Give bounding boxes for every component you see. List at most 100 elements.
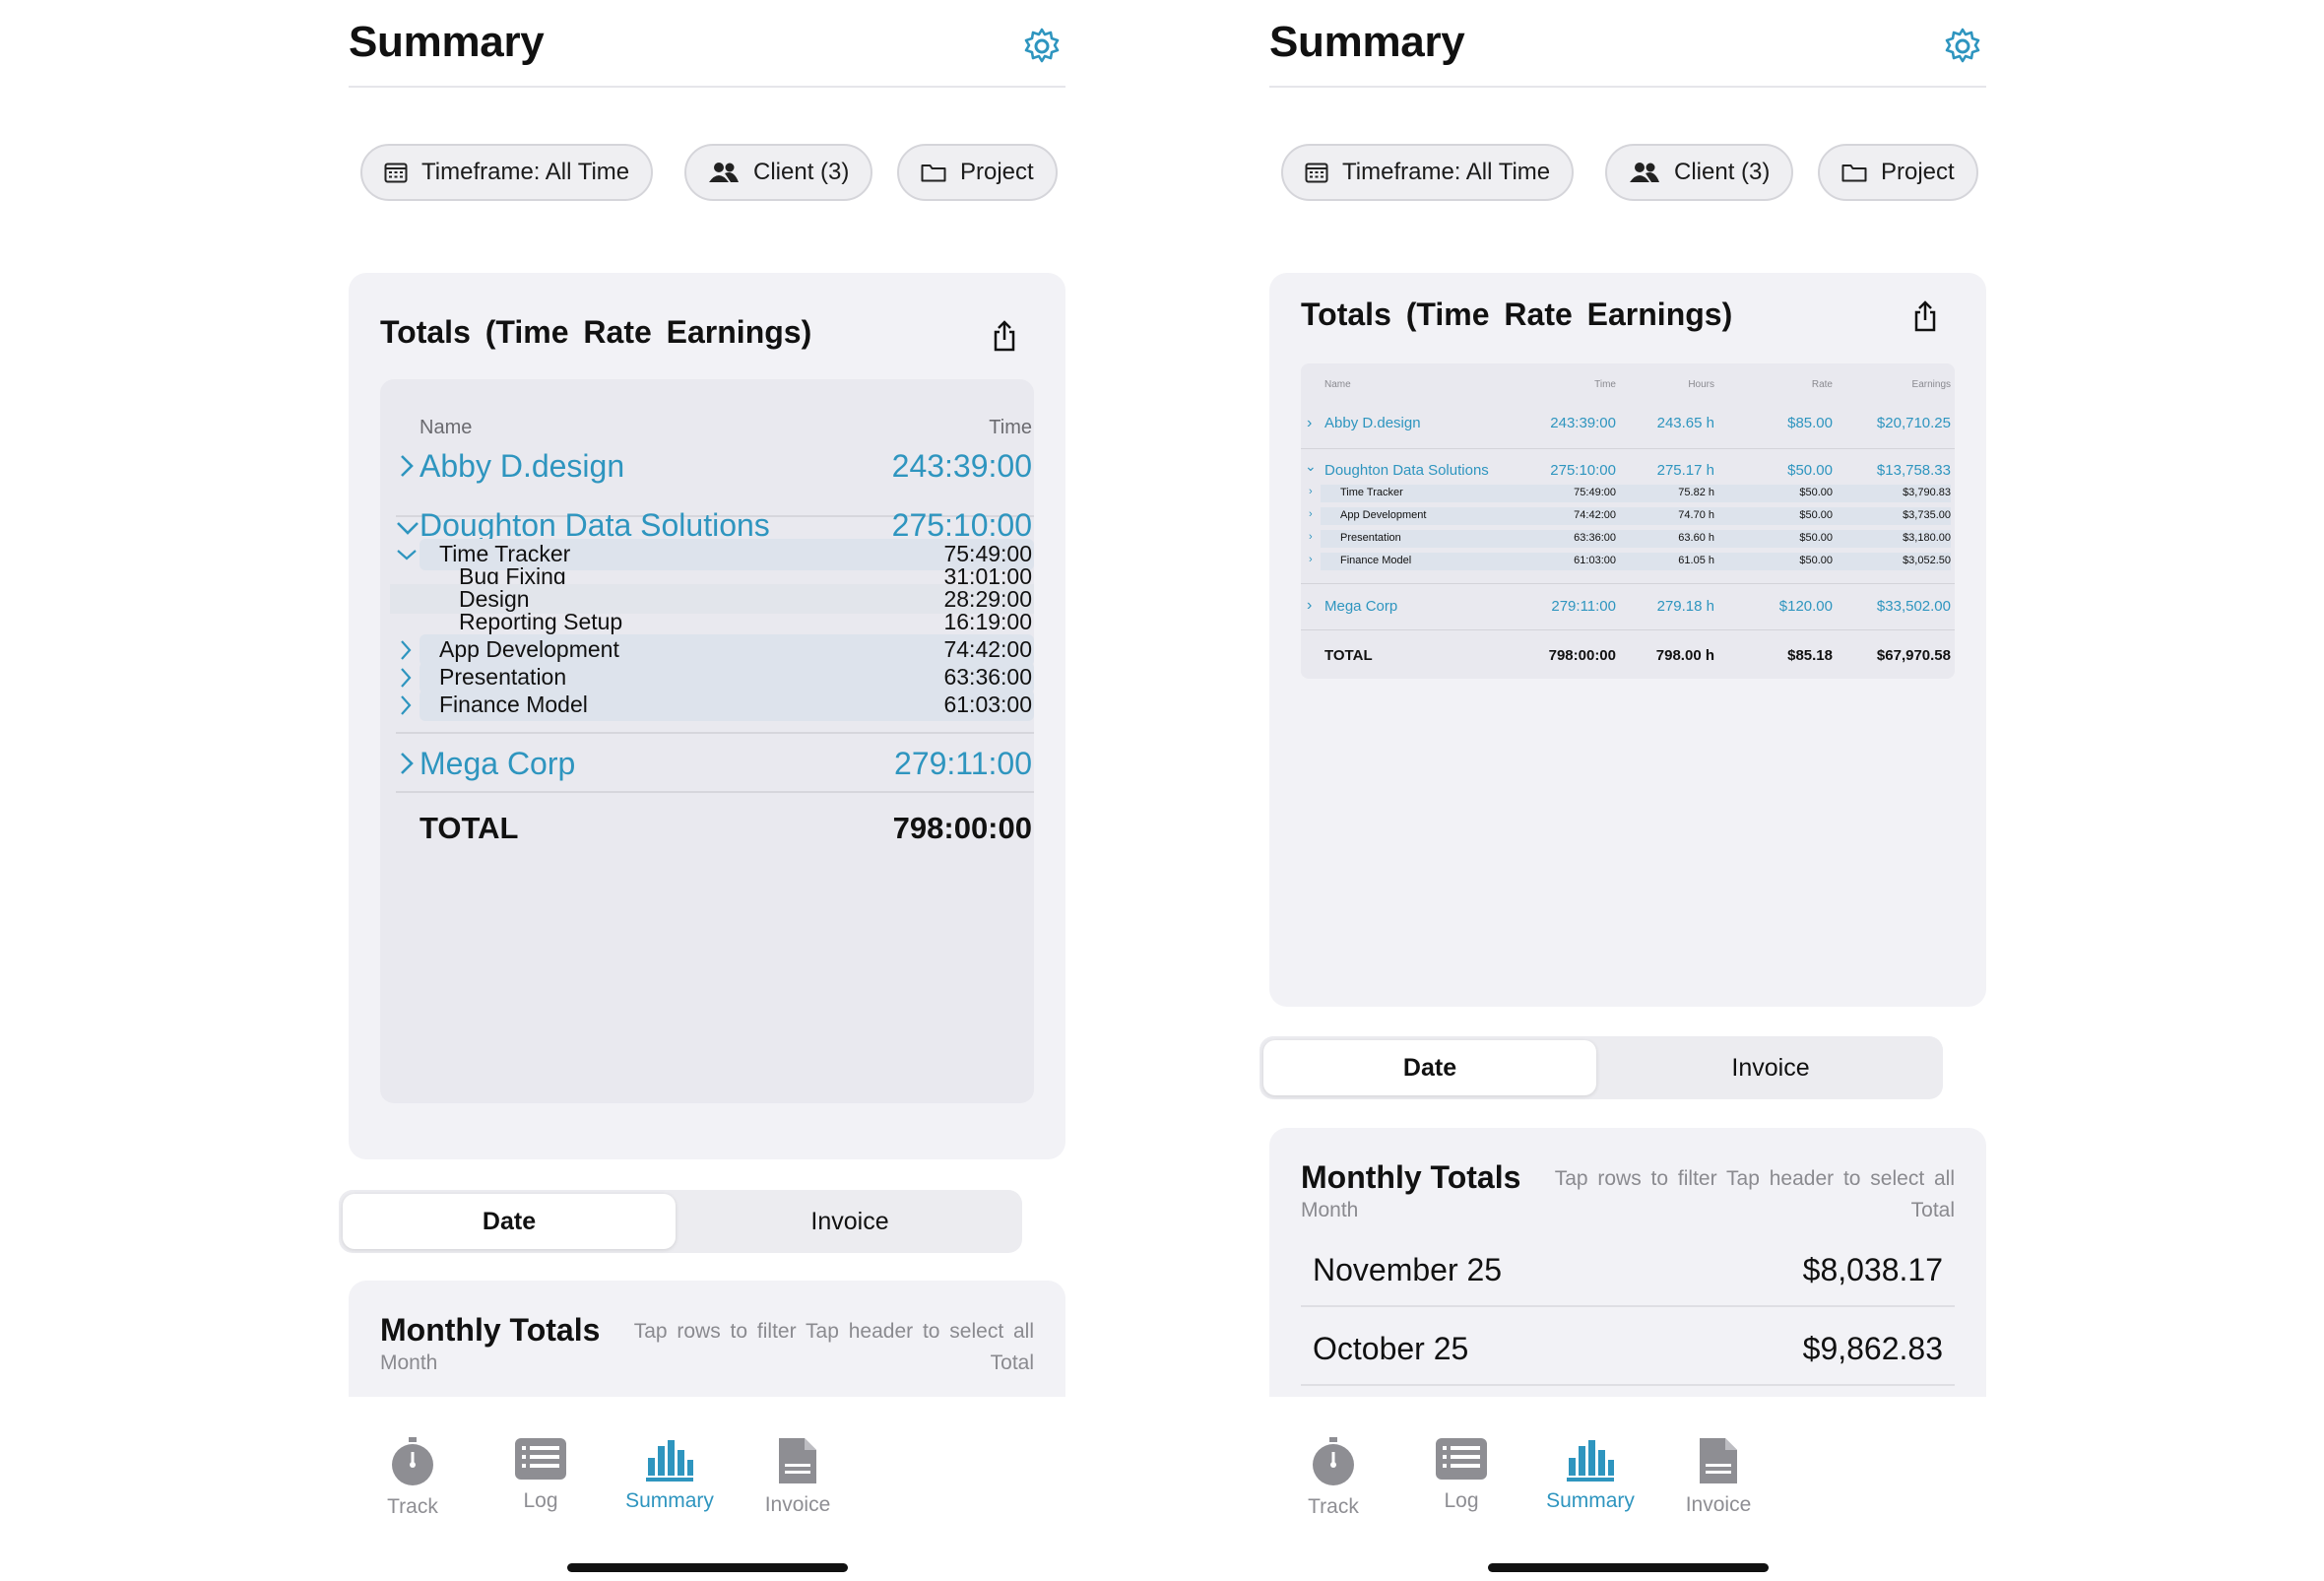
share-icon — [994, 320, 1015, 352]
client-name-mega-corp[interactable]: Mega Corp — [1324, 598, 1397, 615]
client-earnings-doughton: $13,758.33 — [1876, 462, 1951, 479]
timeframe-filter-label: Timeframe: All Time — [421, 159, 630, 185]
chevron-right-icon[interactable]: › — [1309, 554, 1313, 565]
tab-invoice[interactable]: Invoice — [1649, 1436, 1787, 1517]
calendar-icon — [1305, 163, 1328, 183]
phone-screen-right: Summary Timeframe: All Time Client (3) P… — [1242, 0, 2015, 1581]
segment-date[interactable]: Date — [343, 1194, 676, 1249]
document-icon — [1700, 1438, 1737, 1483]
chevron-down-icon[interactable] — [396, 521, 420, 535]
column-header-total[interactable]: Total — [991, 1351, 1034, 1375]
client-hours-doughton: 275.17 h — [1656, 462, 1714, 479]
timeframe-filter-chip[interactable]: Timeframe: All Time — [360, 144, 654, 201]
timeframe-filter-chip[interactable]: Timeframe: All Time — [1281, 144, 1575, 201]
settings-button[interactable] — [1940, 24, 1985, 69]
bar-chart-icon — [646, 1440, 693, 1482]
column-header-earnings[interactable]: Earnings — [1842, 379, 1951, 390]
page-title: Summary — [1269, 18, 1465, 66]
column-header-time[interactable]: Time — [676, 417, 1032, 439]
project-name-presentation[interactable]: Presentation — [1340, 532, 1401, 544]
share-button[interactable] — [1907, 296, 1943, 336]
row-divider — [1301, 629, 1955, 630]
chevron-right-icon[interactable]: › — [1307, 415, 1312, 432]
timeframe-filter-label: Timeframe: All Time — [1342, 159, 1551, 185]
project-filter-chip[interactable]: Project — [1818, 144, 1978, 201]
chevron-right-icon[interactable] — [400, 454, 414, 478]
client-rate-doughton: $50.00 — [1787, 462, 1833, 479]
column-header-month[interactable]: Month — [380, 1351, 437, 1375]
column-header-hours[interactable]: Hours — [1626, 379, 1714, 390]
grouping-segmented-control[interactable]: Date Invoice — [1259, 1036, 1943, 1099]
month-label: November 25 — [1313, 1252, 1503, 1287]
home-indicator[interactable] — [1488, 1563, 1769, 1572]
people-icon — [1630, 163, 1659, 182]
totals-card: Totals (Time Rate Earnings) Name Time Ab… — [349, 273, 1065, 1159]
chevron-down-icon[interactable]: ⌄ — [1305, 458, 1317, 475]
column-header-time[interactable]: Time — [1458, 379, 1616, 390]
tab-invoice-label: Invoice — [764, 1493, 831, 1516]
page-title: Summary — [349, 18, 545, 66]
project-name-presentation[interactable]: Presentation — [439, 664, 566, 691]
client-filter-chip[interactable]: Client (3) — [684, 144, 873, 201]
total-time: 798:00:00 — [1548, 647, 1616, 664]
list-icon — [515, 1438, 566, 1480]
tab-log-label: Log — [1444, 1489, 1479, 1512]
column-header-name[interactable]: Name — [1324, 379, 1351, 390]
chevron-down-icon[interactable] — [396, 549, 418, 560]
total-earnings: $67,970.58 — [1876, 647, 1951, 664]
project-filter-chip[interactable]: Project — [897, 144, 1058, 201]
chevron-right-icon[interactable] — [400, 752, 414, 775]
tab-summary-label: Summary — [1546, 1489, 1635, 1512]
client-name-abby[interactable]: Abby D.design — [420, 448, 624, 485]
totals-table-expanded[interactable]: Name Time Hours Rate Earnings › Abby D.d… — [1301, 363, 1955, 679]
chevron-right-icon[interactable] — [400, 667, 412, 689]
table-row[interactable]: November 25 $8,038.17 — [1301, 1230, 1955, 1307]
segment-date[interactable]: Date — [1263, 1040, 1596, 1095]
tab-summary[interactable]: Summary — [1521, 1436, 1659, 1513]
column-header-rate[interactable]: Rate — [1724, 379, 1833, 390]
home-indicator[interactable] — [567, 1563, 848, 1572]
tab-log[interactable]: Log — [472, 1436, 610, 1513]
project-time-presentation: 63:36:00 — [943, 664, 1032, 690]
tab-invoice[interactable]: Invoice — [729, 1436, 867, 1517]
project-name-app-development[interactable]: App Development — [439, 636, 619, 663]
column-header-total[interactable]: Total — [1911, 1199, 1955, 1222]
totals-table[interactable]: Name Time Abby D.design 243:39:00 Dought… — [380, 379, 1034, 1103]
project-name-time-tracker[interactable]: Time Tracker — [1340, 487, 1403, 498]
chevron-right-icon[interactable] — [400, 639, 412, 661]
client-filter-chip[interactable]: Client (3) — [1605, 144, 1794, 201]
table-row[interactable]: October 25 $9,862.83 — [1301, 1309, 1955, 1386]
chevron-right-icon[interactable] — [400, 694, 412, 716]
share-button[interactable] — [987, 316, 1022, 356]
client-hours-abby: 243.65 h — [1656, 415, 1714, 431]
client-name-mega-corp[interactable]: Mega Corp — [420, 746, 575, 782]
client-name-abby[interactable]: Abby D.design — [1324, 415, 1421, 431]
project-earnings-finance-model: $3,052.50 — [1903, 555, 1951, 566]
segment-invoice[interactable]: Invoice — [1604, 1040, 1937, 1095]
tab-log[interactable]: Log — [1392, 1436, 1530, 1513]
chevron-right-icon[interactable]: › — [1309, 508, 1313, 520]
project-name-app-development[interactable]: App Development — [1340, 509, 1426, 521]
tab-summary[interactable]: Summary — [601, 1436, 739, 1513]
grouping-segmented-control[interactable]: Date Invoice — [339, 1190, 1022, 1253]
segment-invoice[interactable]: Invoice — [683, 1194, 1016, 1249]
column-header-month[interactable]: Month — [1301, 1199, 1358, 1222]
project-time-presentation: 63:36:00 — [1574, 532, 1616, 544]
settings-button[interactable] — [1019, 24, 1065, 69]
project-rate-time-tracker: $50.00 — [1799, 487, 1833, 498]
project-name-finance-model[interactable]: Finance Model — [1340, 555, 1411, 566]
tab-track-label: Track — [1308, 1495, 1359, 1518]
column-header-name[interactable]: Name — [420, 417, 472, 439]
client-filter-label: Client (3) — [1674, 159, 1771, 185]
tab-track[interactable]: Track — [344, 1436, 482, 1519]
monthly-totals-hint: Tap rows to filter Tap header to select … — [633, 1320, 1034, 1343]
task-name-reporting-setup[interactable]: Reporting Setup — [459, 609, 622, 635]
tab-track[interactable]: Track — [1264, 1436, 1402, 1519]
chevron-right-icon[interactable]: › — [1309, 531, 1313, 543]
chevron-right-icon[interactable]: › — [1307, 597, 1312, 615]
month-total: $9,862.83 — [1802, 1331, 1943, 1366]
month-label: October 25 — [1313, 1331, 1469, 1366]
project-name-finance-model[interactable]: Finance Model — [439, 692, 588, 718]
tab-invoice-label: Invoice — [1685, 1493, 1752, 1516]
chevron-right-icon[interactable]: › — [1309, 486, 1313, 497]
